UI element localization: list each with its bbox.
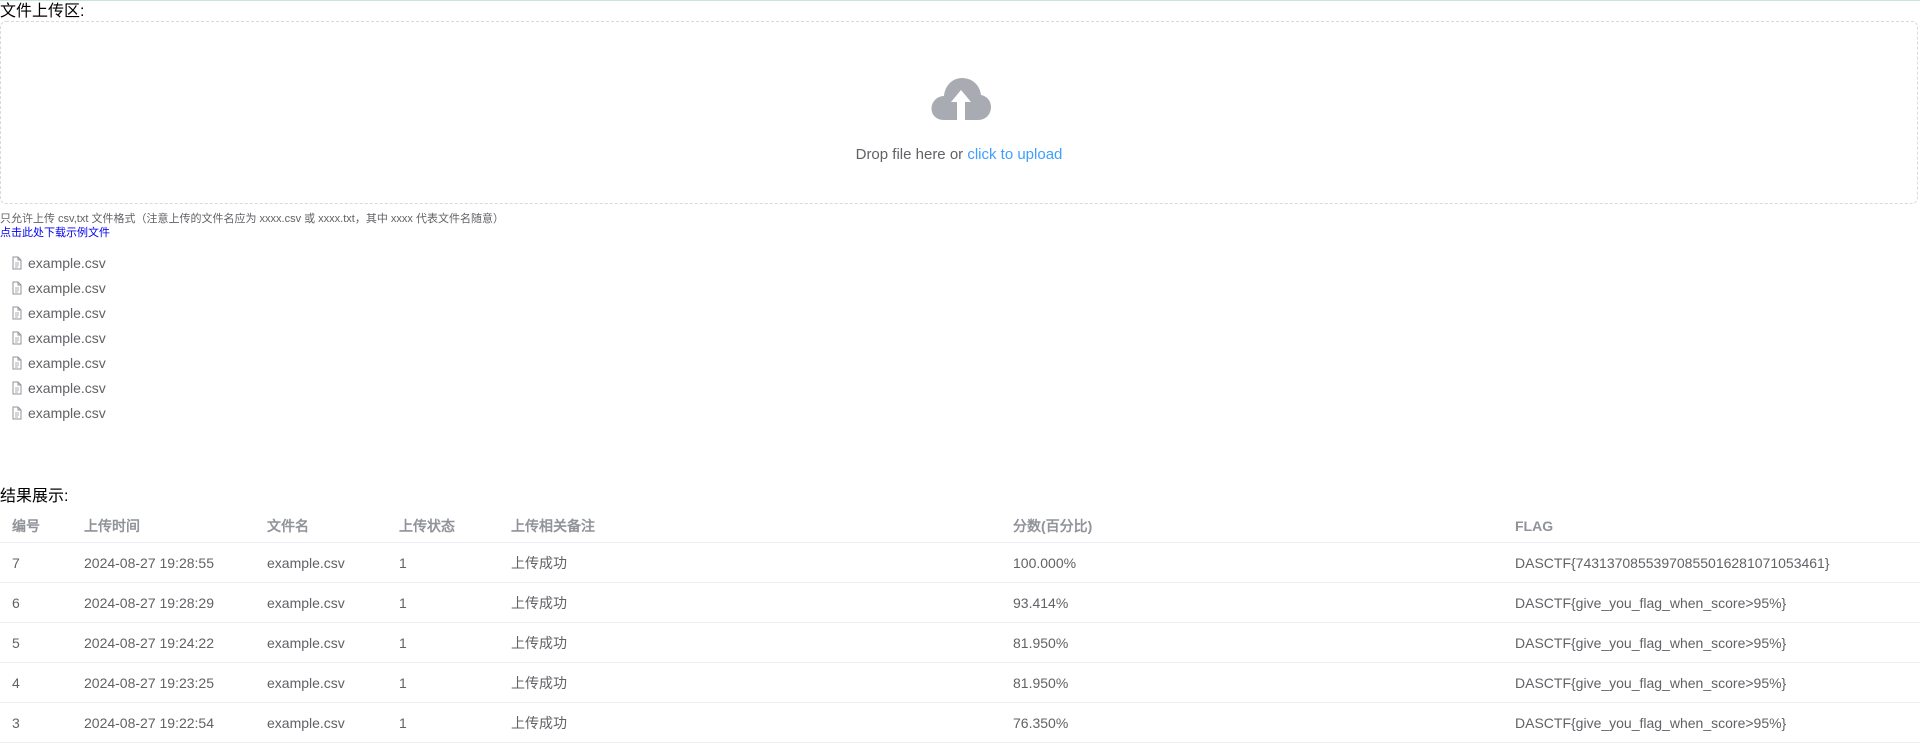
column-header-id: 编号 xyxy=(0,509,72,543)
table-row: 5 2024-08-27 19:24:22 example.csv 1 上传成功… xyxy=(0,622,1920,663)
cell-upload-time: 2024-08-27 19:28:55 xyxy=(72,542,255,583)
file-list-item[interactable]: example.csv xyxy=(0,350,106,375)
file-name: example.csv xyxy=(28,254,106,271)
download-example-link[interactable]: 点击此处下载示例文件 xyxy=(0,226,110,240)
cell-id: 3 xyxy=(0,702,72,743)
file-list-item[interactable]: example.csv xyxy=(0,300,106,325)
document-icon xyxy=(10,281,24,295)
document-icon xyxy=(10,406,24,420)
cell-upload-status: 1 xyxy=(387,542,499,583)
cell-id: 6 xyxy=(0,582,72,623)
results-section-title: 结果展示: xyxy=(0,488,69,505)
cell-upload-status: 1 xyxy=(387,622,499,663)
file-name: example.csv xyxy=(28,279,106,296)
cloud-upload-icon xyxy=(931,78,991,120)
cell-score: 76.350% xyxy=(1001,702,1503,743)
column-header-flag: FLAG xyxy=(1503,509,1920,543)
column-header-file-name: 文件名 xyxy=(255,509,387,543)
cell-file-name: example.csv xyxy=(255,542,387,583)
file-list-item[interactable]: example.csv xyxy=(0,400,106,425)
dropzone-text: Drop file here or click to upload xyxy=(1,146,1917,163)
cell-score: 93.414% xyxy=(1001,582,1503,623)
cell-flag: DASCTF{74313708553970855016281071053461} xyxy=(1503,542,1920,583)
cell-upload-status: 1 xyxy=(387,702,499,743)
file-name: example.csv xyxy=(28,379,106,396)
results-table: 编号 上传时间 文件名 上传状态 上传相关备注 分数(百分比) FLAG 7 2… xyxy=(0,509,1920,743)
cell-flag: DASCTF{give_you_flag_when_score>95%} xyxy=(1503,702,1920,743)
click-to-upload-link[interactable]: click to upload xyxy=(967,146,1062,163)
column-header-remarks: 上传相关备注 xyxy=(499,509,1001,543)
document-icon xyxy=(10,356,24,370)
cell-file-name: example.csv xyxy=(255,622,387,663)
uploaded-file-list: example.csv example.csv example.csv exam… xyxy=(0,250,106,425)
file-list-item[interactable]: example.csv xyxy=(0,250,106,275)
cell-id: 7 xyxy=(0,542,72,583)
cell-file-name: example.csv xyxy=(255,662,387,703)
column-header-upload-status: 上传状态 xyxy=(387,509,499,543)
upload-format-tip: 只允许上传 csv,txt 文件格式（注意上传的文件名应为 xxxx.csv 或… xyxy=(0,213,504,225)
file-list-item[interactable]: example.csv xyxy=(0,375,106,400)
cell-upload-time: 2024-08-27 19:28:29 xyxy=(72,582,255,623)
cell-remarks: 上传成功 xyxy=(499,622,1001,663)
cell-score: 100.000% xyxy=(1001,542,1503,583)
document-icon xyxy=(10,306,24,320)
table-header-row: 编号 上传时间 文件名 上传状态 上传相关备注 分数(百分比) FLAG xyxy=(0,509,1920,543)
cell-file-name: example.csv xyxy=(255,702,387,743)
document-icon xyxy=(10,256,24,270)
file-name: example.csv xyxy=(28,329,106,346)
cell-upload-status: 1 xyxy=(387,662,499,703)
cell-remarks: 上传成功 xyxy=(499,582,1001,623)
document-icon xyxy=(10,381,24,395)
cell-flag: DASCTF{give_you_flag_when_score>95%} xyxy=(1503,582,1920,623)
cell-flag: DASCTF{give_you_flag_when_score>95%} xyxy=(1503,622,1920,663)
cell-upload-time: 2024-08-27 19:24:22 xyxy=(72,622,255,663)
cell-id: 4 xyxy=(0,662,72,703)
upload-dropzone[interactable]: Drop file here or click to upload xyxy=(0,21,1918,204)
column-header-score: 分数(百分比) xyxy=(1001,509,1503,543)
file-name: example.csv xyxy=(28,354,106,371)
cell-score: 81.950% xyxy=(1001,662,1503,703)
cell-upload-time: 2024-08-27 19:22:54 xyxy=(72,702,255,743)
cell-file-name: example.csv xyxy=(255,582,387,623)
cell-id: 5 xyxy=(0,622,72,663)
file-name: example.csv xyxy=(28,304,106,321)
cell-upload-time: 2024-08-27 19:23:25 xyxy=(72,662,255,703)
cell-remarks: 上传成功 xyxy=(499,542,1001,583)
file-list-item[interactable]: example.csv xyxy=(0,275,106,300)
dropzone-hint: Drop file here or xyxy=(855,146,968,163)
cell-score: 81.950% xyxy=(1001,622,1503,663)
cell-upload-status: 1 xyxy=(387,582,499,623)
table-row: 6 2024-08-27 19:28:29 example.csv 1 上传成功… xyxy=(0,582,1920,623)
cell-remarks: 上传成功 xyxy=(499,702,1001,743)
file-list-item[interactable]: example.csv xyxy=(0,325,106,350)
file-name: example.csv xyxy=(28,404,106,421)
table-row: 3 2024-08-27 19:22:54 example.csv 1 上传成功… xyxy=(0,702,1920,743)
cell-remarks: 上传成功 xyxy=(499,662,1001,703)
column-header-upload-time: 上传时间 xyxy=(72,509,255,543)
upload-section-title: 文件上传区: xyxy=(0,3,85,20)
document-icon xyxy=(10,331,24,345)
cell-flag: DASCTF{give_you_flag_when_score>95%} xyxy=(1503,662,1920,703)
table-row: 7 2024-08-27 19:28:55 example.csv 1 上传成功… xyxy=(0,542,1920,583)
table-row: 4 2024-08-27 19:23:25 example.csv 1 上传成功… xyxy=(0,662,1920,703)
